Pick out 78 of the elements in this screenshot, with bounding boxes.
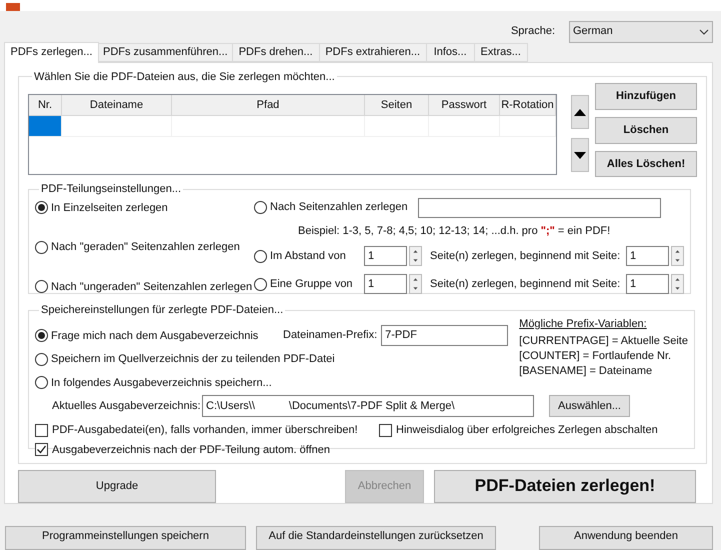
prefix-variable-text: [COUNTER] = Fortlaufende Nr. [519,348,672,364]
checkbox[interactable] [35,443,48,456]
column-header[interactable]: Dateiname [62,95,172,116]
language-label: Sprache: [510,24,555,40]
tab[interactable]: PDFs drehen... [232,42,320,62]
table-cell [365,116,429,138]
table-cell [429,116,500,138]
radio-button[interactable] [35,240,48,254]
output-dir-field[interactable]: C:\Users\\ \Documents\7-PDF Split & Merge\ [202,395,534,418]
file-action-button[interactable]: Alles Löschen! [595,150,697,178]
column-header[interactable]: Nr. [29,95,62,116]
tab[interactable]: PDFs zerlegen... [4,42,99,63]
checkbox-label: Hinweisdialog über erfolgreiches Zerlegen abschalten [396,423,658,438]
tab[interactable]: PDFs extrahieren... [320,42,427,62]
chevron-down-icon [699,28,709,35]
choose-folder-button[interactable]: Auswählen... [549,395,630,418]
spin-buttons[interactable] [409,274,422,294]
action-button[interactable]: Upgrade [18,470,216,503]
prefix-variables-title: Mögliche Prefix-Variablen: [519,316,648,332]
column-header[interactable]: Seiten [365,95,429,116]
spinner-label: Seite(n) zerlegen, beginnend mit Seite: [430,248,622,264]
file-action-button[interactable]: Löschen [595,116,697,144]
footer-button[interactable]: Anwendung beenden [539,526,713,550]
radio-button[interactable] [254,250,267,263]
app-icon [6,2,20,11]
tab[interactable]: PDFs zusammenführen... [99,42,233,62]
radio-button[interactable] [254,278,267,291]
footer-button[interactable]: Programmeinstellungen speichern [5,526,246,550]
spin-buttons[interactable] [409,246,422,266]
checkbox-label: PDF-Ausgabedatei(en), falls vorhanden, immer überschreiben! [52,423,358,438]
radio-label: Nach "ungeraden" Seitenzahlen zerlegen [51,280,252,295]
radio-label: Frage mich nach dem Ausgabeverzeichnis [51,328,258,344]
group-title: Speichereinstellungen für zerlegte PDF-Dateien... [40,303,284,318]
radio-label: Speichern im Quellverzeichnis der zu teilenden PDF-Datei [51,352,335,368]
checkbox-label: Ausgabeverzeichnis nach der PDF-Teilung autom. öffnen [52,442,330,458]
action-button[interactable]: PDF-Dateien zerlegen! [434,470,696,503]
radio-label: Im Abstand von [270,248,346,264]
file-action-button[interactable]: Hinzufügen [595,83,697,110]
group-title: PDF-Teilungseinstellungen... [40,182,182,198]
number-field[interactable]: 1 [364,274,407,294]
radio-button[interactable] [254,201,267,214]
checkbox[interactable] [379,424,392,437]
radio-button[interactable] [35,329,48,342]
number-field[interactable]: 1 [626,274,669,294]
language-dropdown[interactable]: German [569,20,713,43]
radio-label: Nach Seitenzahlen zerlegen [270,200,408,216]
radio-button[interactable] [35,201,48,214]
down-triangle-icon [574,152,586,159]
move-up-button[interactable] [571,95,589,130]
spin-buttons[interactable] [671,246,684,266]
number-field[interactable]: 1 [364,246,407,266]
radio-label: In Einzelseiten zerlegen [51,200,168,216]
column-header[interactable]: Passwort [429,95,500,116]
radio-button[interactable] [35,280,48,294]
tab[interactable]: Extras... [474,42,528,62]
column-header[interactable]: R-Rotation [500,95,556,116]
spinner-label: Seite(n) zerlegen, beginnend mit Seite: [430,276,622,292]
radio-label: In folgendes Ausgabeverzeichnis speichern... [51,376,272,391]
spin-buttons[interactable] [671,274,684,294]
move-down-button[interactable] [571,138,589,172]
page-ranges-field[interactable] [418,198,661,218]
checkbox[interactable] [35,424,48,437]
column-header[interactable]: Pfad [172,95,365,116]
number-field[interactable]: 1 [626,246,669,266]
radio-button[interactable] [35,352,48,366]
prefix-field[interactable]: 7-PDF [381,324,508,346]
up-triangle-icon [574,108,586,116]
footer-button[interactable]: Auf die Standardeinstellungen zurücksetzen [256,526,496,550]
prefix-variable-text: [CURRENTPAGE] = Aktuelle Seite [519,334,688,349]
tab[interactable]: Infos... [426,42,475,62]
prefix-label: Dateinamen-Prefix: [283,328,378,343]
radio-button[interactable] [35,376,48,390]
radio-label: Nach "geraden" Seitenzahlen zerlegen [51,240,240,256]
example-text: Beispiel: 1-3, 5, 7-8; 4,5; 10; 12-13; 14; ...d.h. pro ";" = ein PDF! [298,224,612,239]
prefix-variable-text: [BASENAME] = Dateiname [519,364,654,379]
output-dir-label: Aktuelles Ausgabeverzeichnis: [52,398,202,414]
radio-label: Eine Gruppe von [270,276,353,292]
group-title: Wählen Sie die PDF-Dateien aus, die Sie zerlegen möchten... [33,70,336,85]
